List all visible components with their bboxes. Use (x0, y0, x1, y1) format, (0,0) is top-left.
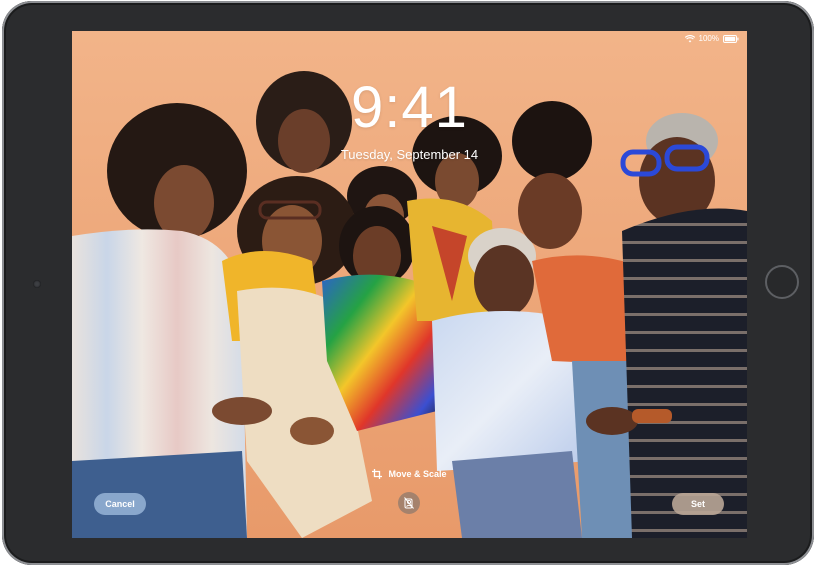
set-button[interactable]: Set (672, 493, 724, 515)
battery-percentage: 100% (698, 34, 719, 43)
lock-screen-time: 9:41 (351, 75, 468, 140)
depth-effect-icon (404, 497, 414, 509)
move-scale-hint: Move & Scale (72, 469, 747, 479)
lock-screen-preview: 100% 9:41 Tuesday, September 14 Move & S… (72, 31, 747, 538)
status-bar: 100% (684, 34, 739, 43)
move-scale-label: Move & Scale (388, 469, 447, 479)
lock-screen-date: Tuesday, September 14 (340, 147, 479, 162)
battery-icon (723, 34, 739, 43)
front-camera (33, 280, 41, 288)
ipad-device: 100% 9:41 Tuesday, September 14 Move & S… (2, 1, 814, 565)
depth-effect-button[interactable] (398, 492, 420, 514)
cancel-button[interactable]: Cancel (94, 493, 146, 515)
crop-icon (372, 469, 383, 479)
home-button[interactable] (765, 265, 799, 299)
wifi-icon (684, 34, 695, 42)
